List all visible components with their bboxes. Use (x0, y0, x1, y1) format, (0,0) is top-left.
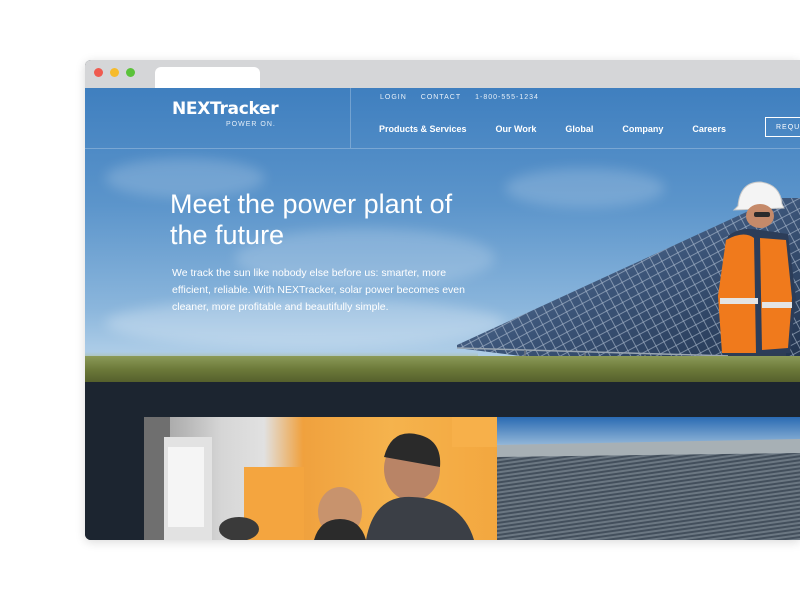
photo-card-people[interactable] (144, 417, 497, 540)
hero-subtext: We track the sun like nobody else before… (172, 267, 465, 313)
nav-item-company[interactable]: Company (622, 124, 663, 134)
nav-item-products-services[interactable]: Products & Services (379, 124, 467, 134)
browser-tab[interactable] (155, 67, 260, 88)
nav-item-careers[interactable]: Careers (692, 124, 726, 134)
logo[interactable]: NEXTracker (172, 99, 279, 119)
nav-item-global[interactable]: Global (565, 124, 593, 134)
window-minimize-icon[interactable] (110, 68, 119, 77)
utility-nav: LOGIN CONTACT 1-800-555-1234 (380, 94, 539, 101)
worker-figure (718, 181, 796, 382)
browser-window: NEXTracker POWER ON. LOGIN CONTACT 1-800… (85, 60, 800, 540)
main-nav: Products & Services Our Work Global Comp… (379, 124, 755, 134)
content-band (85, 382, 800, 540)
nav-item-our-work[interactable]: Our Work (496, 124, 537, 134)
browser-chrome (85, 60, 800, 88)
header-divider (85, 148, 800, 149)
hero-section: NEXTracker POWER ON. LOGIN CONTACT 1-800… (85, 88, 800, 382)
header-divider (350, 88, 351, 148)
phone-number: 1-800-555-1234 (475, 94, 539, 101)
contact-link[interactable]: CONTACT (421, 94, 461, 101)
login-link[interactable]: LOGIN (380, 94, 407, 101)
logo-tagline: POWER ON. (226, 121, 276, 128)
hero-headline: Meet the power plant of the future (170, 189, 453, 250)
photo-card-solar-farm[interactable] (497, 417, 800, 540)
solar-farm-photo (497, 439, 800, 540)
grass-field (85, 356, 800, 382)
people-photo (144, 417, 497, 540)
request-button[interactable]: REQUE (765, 117, 800, 137)
window-maximize-icon[interactable] (126, 68, 135, 77)
window-close-icon[interactable] (94, 68, 103, 77)
